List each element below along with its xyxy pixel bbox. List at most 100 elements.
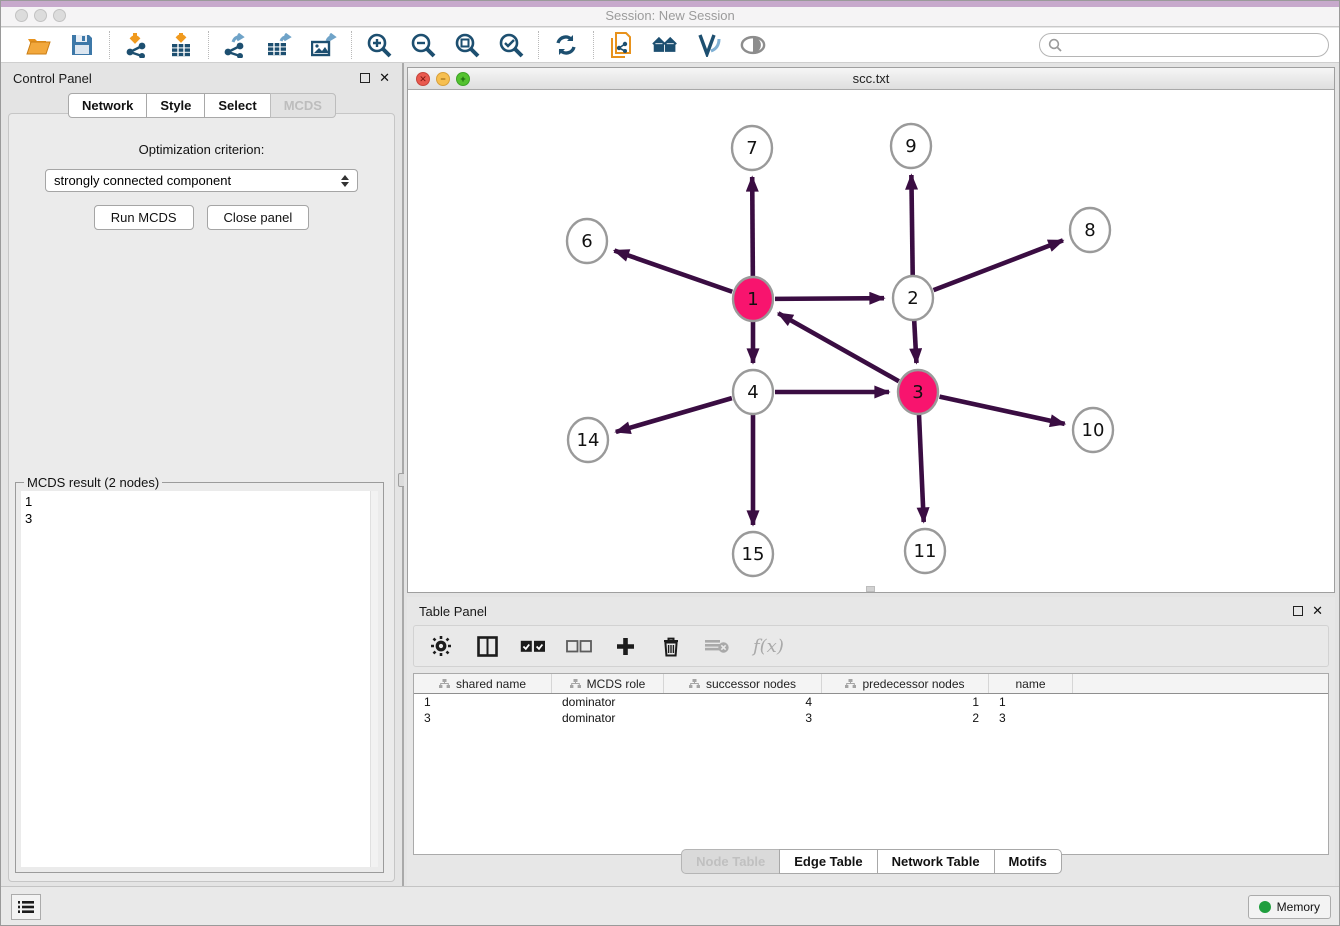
node-8[interactable]: 8 [1070,208,1110,252]
export-network-icon[interactable] [223,32,249,58]
close-panel-icon[interactable]: ✕ [379,73,390,83]
table-row[interactable]: 3dominator323 [414,710,1328,726]
network-graph[interactable]: 7 9 6 8 1 2 4 3 14 10 15 11 [408,90,1334,592]
network-window-titlebar[interactable]: ✕ − + scc.txt [408,68,1334,90]
edge-1-6[interactable] [614,251,732,292]
table-cell[interactable]: dominator [552,694,664,710]
table-float-icon[interactable] [1293,606,1303,616]
zoom-selected-icon[interactable] [498,32,524,58]
result-scrollbar[interactable] [370,491,378,867]
tab-motifs[interactable]: Motifs [994,849,1062,874]
open-session-icon[interactable] [25,32,51,58]
node-10[interactable]: 10 [1073,408,1113,452]
column-header-shared-name[interactable]: shared name [414,674,552,693]
split-view-icon[interactable] [474,633,500,659]
show-all-networks-icon[interactable] [652,32,678,58]
memory-status-icon [1259,901,1271,913]
edge-1-7[interactable] [752,177,753,277]
memory-button[interactable]: Memory [1248,895,1331,919]
refresh-network-icon[interactable] [553,32,579,58]
node-4[interactable]: 4 [733,370,773,414]
column-header-name[interactable]: name [989,674,1073,693]
node-label: 14 [577,430,600,451]
table-cell[interactable]: 4 [664,694,822,710]
float-panel-icon[interactable] [360,73,370,83]
export-image-icon[interactable] [311,32,337,58]
show-hide-details-icon[interactable] [740,32,766,58]
table-tabs: Node TableEdge TableNetwork TableMotifs [407,849,1335,874]
status-bar: Memory [1,886,1339,925]
tab-network[interactable]: Network [68,93,147,118]
canvas-scroll-thumb[interactable] [866,586,875,592]
network-canvas[interactable]: 7 9 6 8 1 2 4 3 14 10 15 11 [408,90,1334,592]
edge-2-3[interactable] [914,320,916,363]
function-builder-icon[interactable]: f(x) [750,633,788,659]
add-column-icon[interactable] [612,633,638,659]
edge-1-2[interactable] [775,298,884,299]
table-cell[interactable]: 3 [989,710,1073,726]
close-panel-button[interactable]: Close panel [207,205,310,230]
import-table-icon[interactable] [168,32,194,58]
tab-network-table[interactable]: Network Table [877,849,995,874]
search-box[interactable] [1039,33,1329,57]
select-all-checkbox-icon[interactable] [520,633,546,659]
node-label: 9 [905,136,916,157]
table-cell[interactable]: dominator [552,710,664,726]
export-table-icon[interactable] [267,32,293,58]
task-history-button[interactable] [11,894,41,920]
node-9[interactable]: 9 [891,124,931,168]
node-table[interactable]: shared nameMCDS rolesuccessor nodesprede… [413,673,1329,855]
node-label: 1 [747,289,758,310]
edge-3-10[interactable] [939,397,1064,424]
column-header-predecessor-nodes[interactable]: predecessor nodes [822,674,989,693]
tab-mcds[interactable]: MCDS [270,93,336,118]
edge-3-11[interactable] [919,414,924,522]
tab-style[interactable]: Style [146,93,205,118]
node-2[interactable]: 2 [893,276,933,320]
node-14[interactable]: 14 [568,418,608,462]
edge-2-8[interactable] [934,240,1063,290]
node-3[interactable]: 3 [898,370,938,414]
network-window-title: scc.txt [408,68,1334,90]
table-cell[interactable]: 1 [822,694,989,710]
deselect-all-checkbox-icon[interactable] [566,633,592,659]
column-header-successor-nodes[interactable]: successor nodes [664,674,822,693]
optimization-dropdown[interactable]: strongly connected component [45,169,358,192]
delete-table-icon[interactable] [704,633,730,659]
window-close-icon[interactable]: ✕ [416,72,430,86]
toggle-visual-style-icon[interactable] [696,32,722,58]
mcds-result-title: MCDS result (2 nodes) [24,475,162,490]
edge-2-9[interactable] [911,175,912,276]
table-cell[interactable]: 2 [822,710,989,726]
table-cell[interactable]: 1 [414,694,552,710]
column-header-MCDS-role[interactable]: MCDS role [552,674,664,693]
save-session-icon[interactable] [69,32,95,58]
edge-3-1[interactable] [778,313,899,381]
node-15[interactable]: 15 [733,532,773,576]
zoom-in-icon[interactable] [366,32,392,58]
node-11[interactable]: 11 [905,529,945,573]
node-7[interactable]: 7 [732,126,772,170]
tab-node-table[interactable]: Node Table [681,849,780,874]
table-close-icon[interactable]: ✕ [1312,606,1323,616]
table-cell[interactable]: 3 [414,710,552,726]
window-minimize-icon[interactable]: − [436,72,450,86]
delete-column-icon[interactable] [658,633,684,659]
run-mcds-button[interactable]: Run MCDS [94,205,194,230]
node-1[interactable]: 1 [733,277,773,321]
node-6[interactable]: 6 [567,219,607,263]
window-maximize-icon[interactable]: + [456,72,470,86]
zoom-out-icon[interactable] [410,32,436,58]
mcds-result-text[interactable]: 1 3 [21,491,370,867]
table-settings-icon[interactable] [428,633,454,659]
import-network-icon[interactable] [124,32,150,58]
edge-4-14[interactable] [616,398,732,432]
tab-edge-table[interactable]: Edge Table [779,849,877,874]
zoom-fit-icon[interactable] [454,32,480,58]
table-cell[interactable]: 3 [664,710,822,726]
table-cell[interactable]: 1 [989,694,1073,710]
search-input[interactable] [1062,38,1328,52]
tab-select[interactable]: Select [204,93,270,118]
table-row[interactable]: 1dominator411 [414,694,1328,710]
clone-network-icon[interactable] [608,32,634,58]
